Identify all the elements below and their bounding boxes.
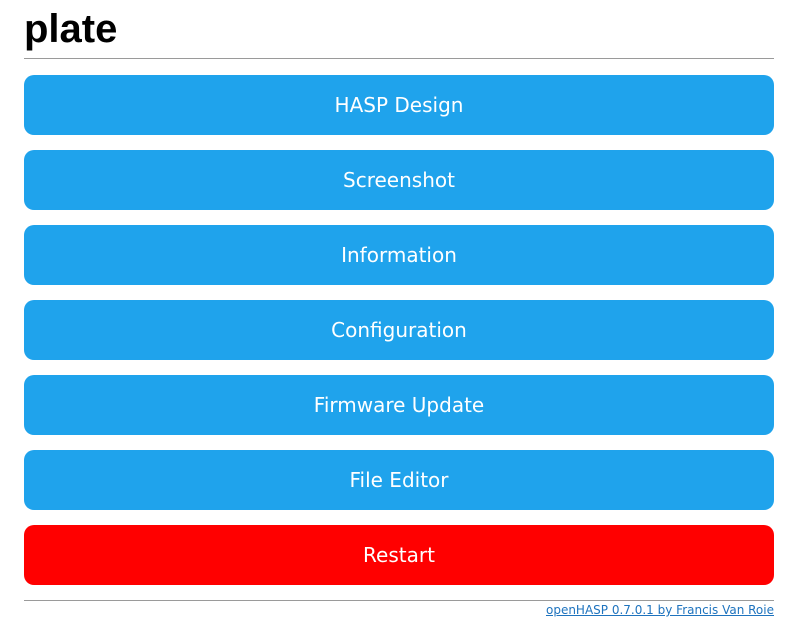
hasp-design-button[interactable]: HASP Design xyxy=(24,75,774,135)
firmware-update-button[interactable]: Firmware Update xyxy=(24,375,774,435)
screenshot-button[interactable]: Screenshot xyxy=(24,150,774,210)
configuration-button[interactable]: Configuration xyxy=(24,300,774,360)
main-menu: HASP Design Screenshot Information Confi… xyxy=(24,75,774,600)
footer-divider xyxy=(24,600,774,601)
file-editor-button[interactable]: File Editor xyxy=(24,450,774,510)
header-divider xyxy=(24,58,774,59)
footer-version-link[interactable]: openHASP 0.7.0.1 by Francis Van Roie xyxy=(546,603,774,617)
page: plate HASP Design Screenshot Information… xyxy=(0,0,808,635)
page-title: plate xyxy=(24,7,118,51)
restart-button[interactable]: Restart xyxy=(24,525,774,585)
information-button[interactable]: Information xyxy=(24,225,774,285)
